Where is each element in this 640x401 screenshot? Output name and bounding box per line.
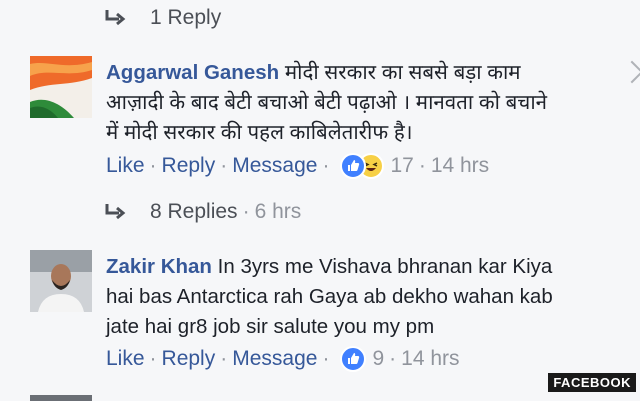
separator-dot: · — [322, 347, 330, 370]
message-button[interactable]: Message — [232, 347, 317, 371]
timestamp[interactable]: 14 hrs — [401, 347, 459, 371]
comment-text-line: In 3yrs me Vishava bhranan kar Kiya — [217, 255, 553, 278]
reactions[interactable] — [340, 346, 367, 372]
next-avatar-partial — [30, 395, 92, 401]
separator-dot: · — [220, 347, 228, 370]
comment-actions: Like · Reply · Message · 17 · 14 hrs — [106, 153, 489, 179]
message-button[interactable]: Message — [232, 154, 317, 178]
separator-dot: · — [322, 154, 330, 177]
avatar[interactable] — [30, 56, 92, 118]
like-reaction-icon — [340, 346, 367, 372]
separator-dot: · — [149, 347, 157, 370]
comment-text-line: jate hai gr8 job sir salute you my pm — [106, 315, 435, 338]
timestamp[interactable]: 14 hrs — [431, 154, 489, 178]
comment-author[interactable]: Zakir Khan — [106, 255, 212, 278]
separator-dot: · — [418, 154, 426, 177]
replies-count[interactable]: 8 Replies — [150, 200, 238, 224]
replies-time: 6 hrs — [254, 200, 302, 223]
separator-dot: · — [149, 154, 157, 177]
reaction-count[interactable]: 9 — [372, 347, 384, 371]
separator-dot: · — [220, 154, 228, 177]
reaction-count[interactable]: 17 — [390, 154, 413, 178]
comment-text-line: hai bas Antarctica rah Gaya ab dekho wah… — [106, 285, 553, 308]
separator-dot: · — [242, 200, 250, 223]
like-button[interactable]: Like — [106, 154, 145, 178]
like-button[interactable]: Like — [106, 347, 145, 371]
view-replies-link[interactable]: 1 Reply — [104, 6, 221, 30]
replies-count[interactable]: 1 Reply — [150, 6, 221, 30]
comment-aggarwal: Aggarwal Ganesh मोदी सरकार का सबसे बड़ा … — [106, 58, 547, 148]
avatar-photo — [30, 250, 92, 312]
avatar-flag-image — [30, 56, 92, 118]
avatar[interactable] — [30, 250, 92, 312]
reactions[interactable] — [340, 153, 385, 179]
comment-actions: Like · Reply · Message · 9 · 14 hrs — [106, 346, 460, 372]
reply-button[interactable]: Reply — [162, 347, 216, 371]
view-replies-link[interactable]: 8 Replies · 6 hrs — [104, 200, 301, 224]
like-reaction-icon — [340, 153, 367, 179]
reply-arrow-icon — [105, 204, 126, 220]
comment-text-line: में मोदी सरकार की पहल काबिलेतारीफ है। — [106, 121, 413, 144]
comment-zakir: Zakir Khan In 3yrs me Vishava bhranan ka… — [106, 252, 553, 342]
watermark-logo: FACEBOOK — [548, 373, 636, 392]
separator-dot: · — [389, 347, 397, 370]
comment-text-line: मोदी सरकार का सबसे बड़ा काम — [284, 61, 521, 84]
reply-arrow-icon — [105, 10, 126, 26]
comment-author[interactable]: Aggarwal Ganesh — [106, 61, 279, 84]
chevron-icon[interactable] — [620, 60, 640, 84]
comment-text-line: आज़ादी के बाद बेटी बचाओ बेटी पढ़ाओ । मान… — [106, 91, 548, 114]
reply-button[interactable]: Reply — [162, 154, 216, 178]
